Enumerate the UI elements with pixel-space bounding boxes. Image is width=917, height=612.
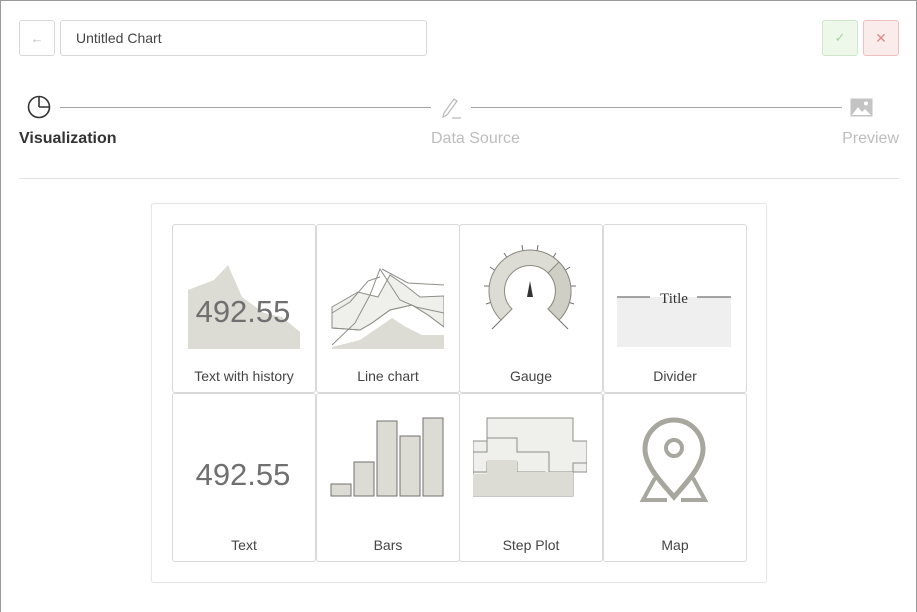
sample-value: 492.55 [196, 294, 291, 329]
confirm-button[interactable]: ✓ [822, 20, 858, 56]
pie-chart-icon [27, 95, 51, 119]
sample-title: Title [660, 291, 688, 307]
visualization-label: Divider [653, 368, 697, 384]
back-button[interactable]: ← [19, 20, 55, 56]
step-connector-1 [60, 107, 431, 108]
visualization-label: Gauge [509, 368, 553, 384]
visualization-label: Bars [373, 537, 403, 553]
step-plot-icon [473, 417, 587, 497]
visualization-tile-bars[interactable]: Bars [316, 393, 460, 562]
visualization-label: Text [231, 537, 257, 553]
visualization-picker: 492.55 Text with history Line chart Gaug… [151, 203, 767, 583]
cancel-button[interactable]: ✕ [863, 20, 899, 56]
map-pin-icon [639, 417, 709, 502]
visualization-tile-text[interactable]: 492.55 Text [172, 393, 316, 562]
visualization-tile-gauge[interactable]: Gauge [459, 224, 603, 393]
step-label-data-source[interactable]: Data Source [431, 130, 520, 148]
visualization-label: Line chart [357, 368, 419, 384]
pencil-icon [442, 98, 461, 119]
visualization-tile-map[interactable]: Map [603, 393, 747, 562]
line-chart-icon [331, 267, 444, 349]
bars-icon [330, 417, 444, 497]
visualization-label: Text with history [194, 368, 294, 384]
visualization-label: Step Plot [502, 537, 560, 553]
image-icon [850, 98, 873, 117]
visualization-label: Map [661, 537, 689, 553]
visualization-tile-divider[interactable]: Title Divider [603, 224, 747, 393]
step-label-visualization[interactable]: Visualization [19, 130, 117, 148]
visualization-tile-text-with-history[interactable]: 492.55 Text with history [172, 224, 316, 393]
step-label-preview[interactable]: Preview [842, 130, 899, 148]
text-with-history-icon: 492.55 [188, 265, 300, 349]
gauge-icon [484, 245, 576, 330]
text-icon: 492.55 [196, 457, 291, 492]
visualization-tile-step-plot[interactable]: Step Plot [459, 393, 603, 562]
check-icon: ✓ [834, 30, 846, 45]
chart-title-input[interactable] [60, 20, 427, 56]
step-connector-2 [471, 107, 842, 108]
visualization-tile-line-chart[interactable]: Line chart [316, 224, 460, 393]
divider-icon: Title [617, 291, 731, 347]
close-icon: ✕ [875, 29, 887, 46]
header-divider [19, 178, 899, 179]
sample-value: 492.55 [196, 457, 291, 492]
arrow-left-icon: ← [30, 30, 44, 46]
